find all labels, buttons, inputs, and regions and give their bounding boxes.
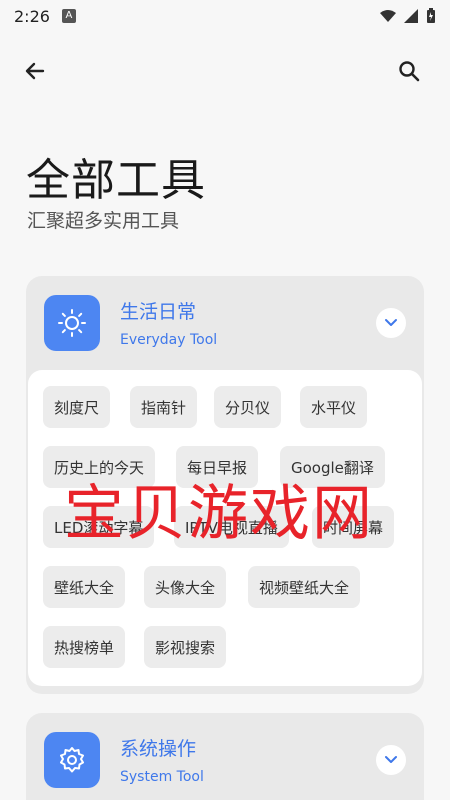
search-icon <box>399 61 420 82</box>
page-subtitle: 汇聚超多实用工具 <box>27 210 180 232</box>
status-time: 2:26 <box>14 6 50 26</box>
sun-icon <box>58 309 86 337</box>
tool-chip[interactable]: 分贝仪 <box>214 386 282 428</box>
wifi-icon <box>380 10 396 22</box>
back-button[interactable] <box>20 56 50 86</box>
arrow-left-icon <box>25 62 45 80</box>
tool-chip[interactable]: 水平仪 <box>300 386 368 428</box>
tool-chip[interactable]: 刻度尺 <box>43 386 111 428</box>
tool-chip[interactable]: 影视搜索 <box>144 626 227 668</box>
category-card-system[interactable]: 系统操作 System Tool <box>26 713 424 800</box>
page-title: 全部工具 <box>26 155 206 206</box>
category-title: 生活日常 <box>120 301 197 323</box>
expand-button[interactable] <box>376 745 406 775</box>
chevron-down-icon <box>385 756 397 763</box>
category-subtitle: System Tool <box>120 769 204 785</box>
app-bar <box>0 48 450 92</box>
category-icon-system <box>44 732 100 788</box>
chevron-down-icon <box>385 319 397 326</box>
watermark-overlay: 宝贝游戏网 <box>64 479 374 549</box>
category-subtitle: Everyday Tool <box>120 332 218 348</box>
battery-icon <box>427 8 435 23</box>
category-icon-everyday <box>44 295 100 351</box>
tool-chip[interactable]: 指南针 <box>130 386 198 428</box>
tool-chip[interactable]: 头像大全 <box>144 566 227 608</box>
gear-icon <box>60 747 84 773</box>
status-bar: 2:26 A <box>0 0 450 32</box>
expand-button[interactable] <box>376 308 406 338</box>
search-button[interactable] <box>394 56 424 86</box>
tool-chip[interactable]: 视频壁纸大全 <box>248 566 361 608</box>
category-title: 系统操作 <box>120 738 197 760</box>
signal-icon <box>404 9 418 23</box>
tool-chip[interactable]: 热搜榜单 <box>43 626 126 668</box>
tool-chip[interactable]: 壁纸大全 <box>43 566 126 608</box>
notification-a-icon: A <box>61 9 76 23</box>
